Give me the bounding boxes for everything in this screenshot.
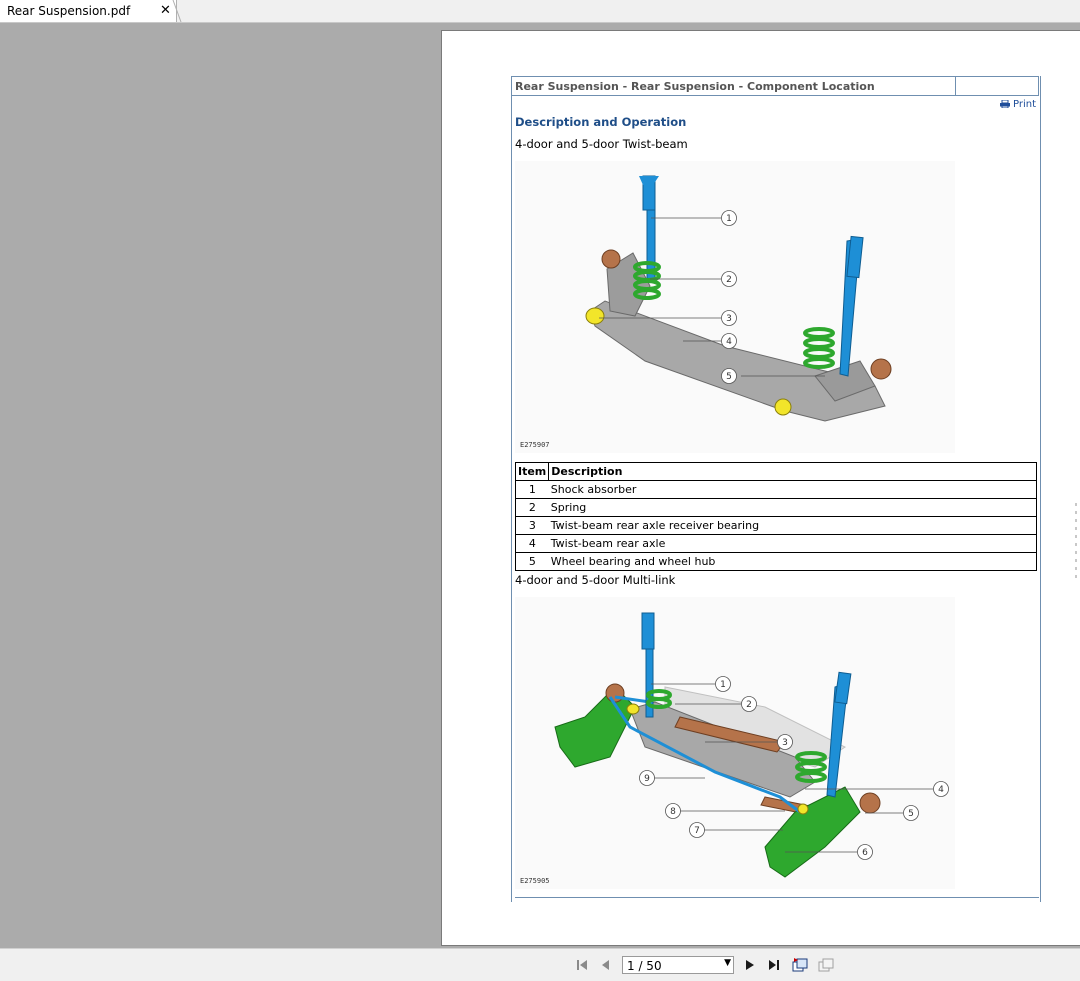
last-page-icon[interactable] [766,957,782,973]
figure1-callout-2: 2 [726,275,732,285]
printer-icon [1000,100,1010,108]
item-number: 1 [514,480,549,499]
figure2-callout-9: 9 [644,774,650,784]
figure1-callout-5: 5 [726,372,732,382]
tab-bar: Rear Suspension.pdf ✕ [0,0,1080,23]
scroll-indicator [1075,503,1077,583]
tab-edge [172,0,182,22]
first-page-icon[interactable] [574,957,590,973]
item-number: 4 [514,534,549,553]
section-title: Description and Operation [515,115,687,129]
navigation-bar: 1 / 50 ▼ [0,948,1080,981]
table-row: 5 Wheel bearing and wheel hub [514,552,1037,571]
item-number: 2 [514,498,549,517]
column-header-item: Item [514,462,550,481]
print-link[interactable]: Print [1000,99,1036,110]
column-header-description: Description [548,462,1037,481]
table-row: 3 Twist-beam rear axle receiver bearing [514,516,1037,535]
table-row: 4 Twist-beam rear axle [514,534,1037,553]
rotate-view-icon[interactable] [792,957,808,973]
table-row: 2 Spring [514,498,1037,517]
print-label: Print [1013,99,1037,110]
figure1-callout-4: 4 [726,337,732,347]
close-icon[interactable]: ✕ [160,3,171,18]
tab-rear-suspension[interactable]: Rear Suspension.pdf ✕ [0,0,177,22]
page-title: Rear Suspension - Rear Suspension - Comp… [515,80,875,93]
multi-link-diagram: 1 2 3 4 5 6 7 8 9 [515,597,955,889]
parts-table: Item Description 1 Shock absorber 2 Spring… [514,462,1037,571]
previous-page-icon[interactable] [598,957,614,973]
variant-title-twist-beam: 4-door and 5-door Twist-beam [515,137,688,151]
figure2-callout-7: 7 [694,826,700,836]
next-page-icon[interactable] [742,957,758,973]
page-indicator: 1 / 50 [627,959,662,973]
table-row: 1 Shock absorber [514,480,1037,499]
item-description: Wheel bearing and wheel hub [548,552,1037,571]
figure2-code: E275905 [520,877,550,885]
figure2-callout-2: 2 [746,700,752,710]
item-number: 5 [514,552,549,571]
item-description: Twist-beam rear axle receiver bearing [548,516,1037,535]
chevron-down-icon[interactable]: ▼ [724,958,731,968]
twist-beam-diagram: 1 2 3 4 5 [515,161,955,453]
figure2-callout-5: 5 [908,809,914,819]
page-layout-icon[interactable] [818,957,834,973]
figure1-code: E275907 [520,441,550,449]
page-selector[interactable]: 1 / 50 ▼ [622,956,734,974]
figure1-callout-1: 1 [726,214,732,224]
pdf-page: Rear Suspension - Rear Suspension - Comp… [441,30,1080,946]
figure2-callout-4: 4 [938,785,944,795]
item-description: Shock absorber [548,480,1037,499]
figure2-callout-1: 1 [720,680,726,690]
table-header-row: Item Description [514,462,1037,481]
figure2-callout-3: 3 [782,738,788,748]
item-number: 3 [514,516,549,535]
figure1-callout-3: 3 [726,314,732,324]
document-viewer[interactable]: Rear Suspension - Rear Suspension - Comp… [0,23,1080,948]
item-description: Spring [548,498,1037,517]
variant-title-multi-link: 4-door and 5-door Multi-link [515,573,676,587]
page-bottom-rule [515,897,1039,898]
figure2-callout-8: 8 [670,807,676,817]
tab-title: Rear Suspension.pdf [7,4,131,18]
figure2-callout-6: 6 [862,848,868,858]
item-description: Twist-beam rear axle [548,534,1037,553]
